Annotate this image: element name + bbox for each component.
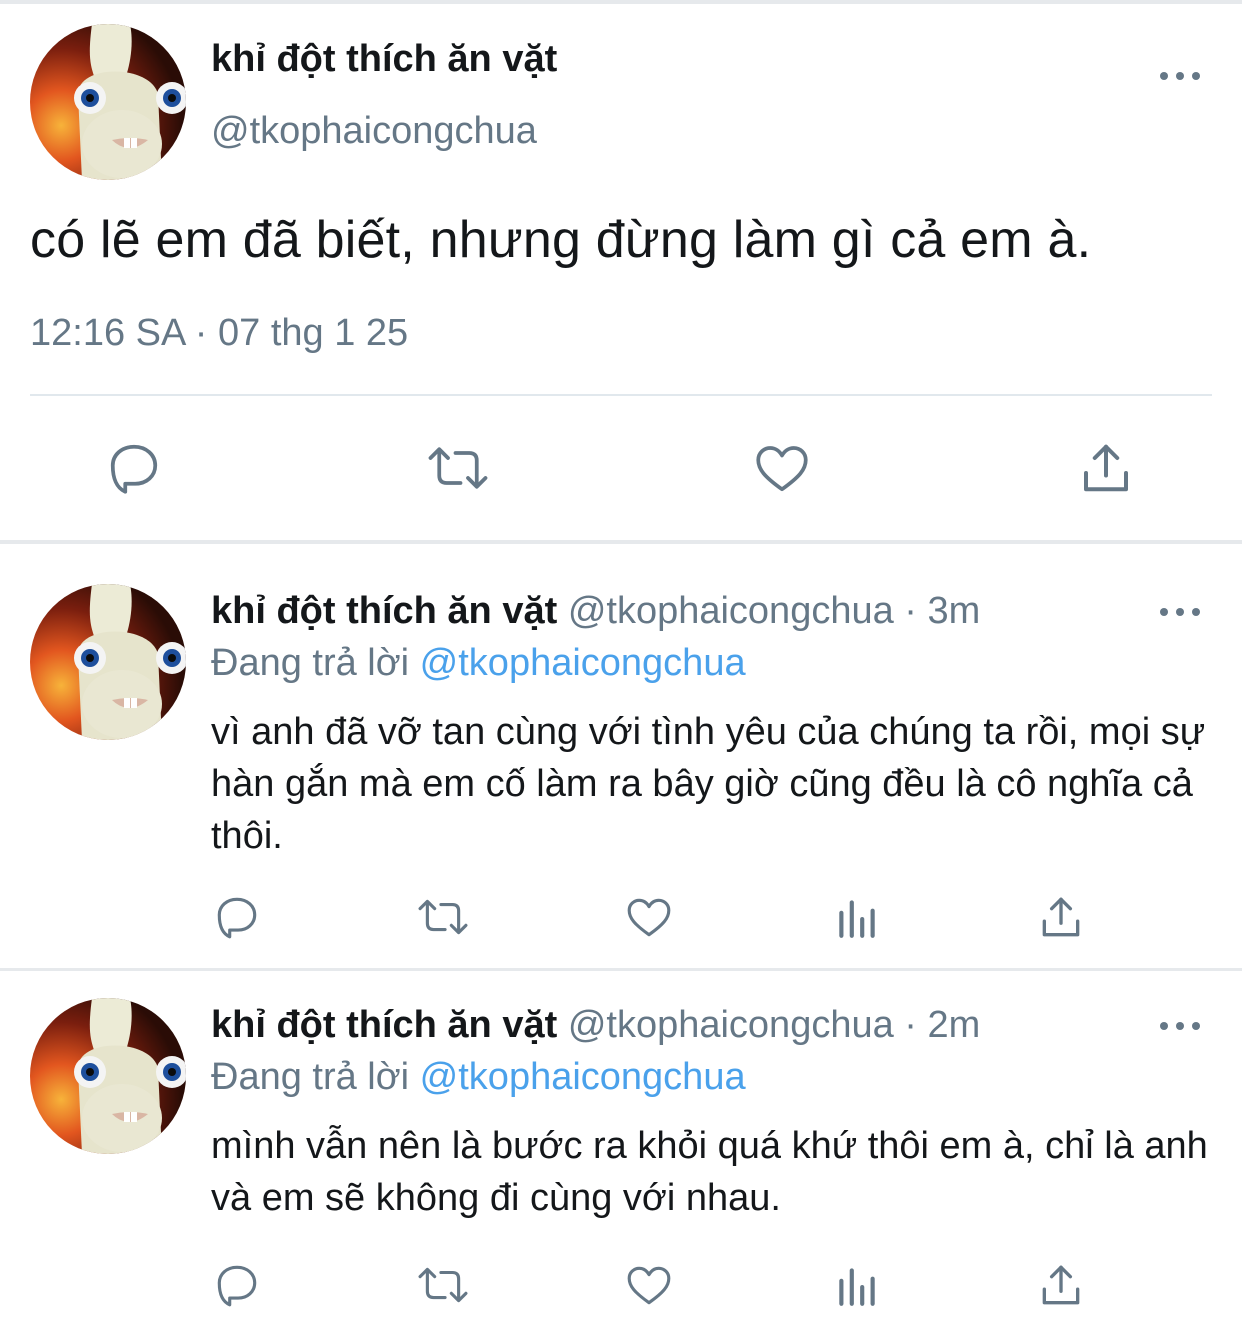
tweet-text: có lẽ em đã biết, nhưng đừng làm gì cả e…: [30, 211, 1092, 269]
reply-tweet[interactable]: khỉ đột thích ăn vặt @tkophaicongchua · …: [0, 584, 1242, 964]
more-options-icon[interactable]: [1160, 66, 1200, 86]
reply-separator: [0, 968, 1242, 971]
reply-actions: [0, 892, 1242, 952]
tweet-actions: [0, 430, 1242, 510]
retweet-icon[interactable]: [424, 438, 492, 498]
replying-to-handle[interactable]: @tkophaicongchua: [420, 1056, 746, 1098]
more-options-icon[interactable]: [1160, 1016, 1200, 1036]
like-icon[interactable]: [752, 438, 812, 498]
main-tweet: khỉ đột thích ăn vặt @tkophaicongchua có…: [0, 0, 1242, 540]
author-handle[interactable]: @tkophaicongchua: [568, 590, 894, 632]
replying-to-label: Đang trả lời: [211, 642, 410, 684]
reply-actions: [0, 1260, 1242, 1320]
author-name[interactable]: khỉ đột thích ăn vặt: [211, 38, 557, 81]
author-name[interactable]: khỉ đột thích ăn vặt: [211, 590, 557, 632]
reply-header: khỉ đột thích ăn vặt @tkophaicongchua · …: [211, 590, 980, 633]
share-icon[interactable]: [1076, 438, 1136, 498]
analytics-icon[interactable]: [832, 1260, 882, 1310]
divider: [30, 394, 1212, 396]
retweet-icon[interactable]: [414, 1260, 472, 1310]
separator-dot: ·: [904, 590, 917, 632]
replying-to-handle[interactable]: @tkophaicongchua: [420, 642, 746, 684]
author-handle[interactable]: @tkophaicongchua: [568, 1004, 894, 1046]
tweet-timestamp[interactable]: 12:16 SA · 07 thg 1 25: [30, 312, 408, 355]
rabbid-avatar-icon: [74, 998, 186, 1154]
reply-icon[interactable]: [212, 892, 262, 942]
reply-icon[interactable]: [212, 1260, 262, 1310]
reply-text: vì anh đã vỡ tan cùng với tình yêu của c…: [211, 711, 1206, 857]
reply-header: khỉ đột thích ăn vặt @tkophaicongchua · …: [211, 1004, 980, 1047]
avatar[interactable]: [30, 584, 186, 740]
separator-dot: ·: [904, 1004, 917, 1046]
more-options-icon[interactable]: [1160, 602, 1200, 622]
reply-time[interactable]: 3m: [928, 590, 981, 632]
reply-time[interactable]: 2m: [928, 1004, 981, 1046]
share-icon[interactable]: [1036, 1260, 1086, 1310]
avatar[interactable]: [30, 24, 186, 180]
replying-to: Đang trả lời @tkophaicongchua: [211, 642, 746, 685]
replying-to-label: Đang trả lời: [211, 1056, 410, 1098]
analytics-icon[interactable]: [832, 892, 882, 942]
rabbid-avatar-icon: [74, 584, 186, 740]
author-name[interactable]: khỉ đột thích ăn vặt: [211, 1004, 557, 1046]
rabbid-avatar-icon: [74, 24, 186, 180]
author-handle[interactable]: @tkophaicongchua: [211, 110, 537, 153]
section-separator: [0, 540, 1242, 544]
replying-to: Đang trả lời @tkophaicongchua: [211, 1056, 746, 1099]
reply-tweet[interactable]: khỉ đột thích ăn vặt @tkophaicongchua · …: [0, 998, 1242, 1328]
share-icon[interactable]: [1036, 892, 1086, 942]
like-icon[interactable]: [624, 892, 674, 942]
reply-icon[interactable]: [104, 438, 164, 498]
avatar[interactable]: [30, 998, 186, 1154]
like-icon[interactable]: [624, 1260, 674, 1310]
reply-text: mình vẫn nên là bước ra khỏi quá khứ thô…: [211, 1125, 1208, 1219]
retweet-icon[interactable]: [414, 892, 472, 942]
